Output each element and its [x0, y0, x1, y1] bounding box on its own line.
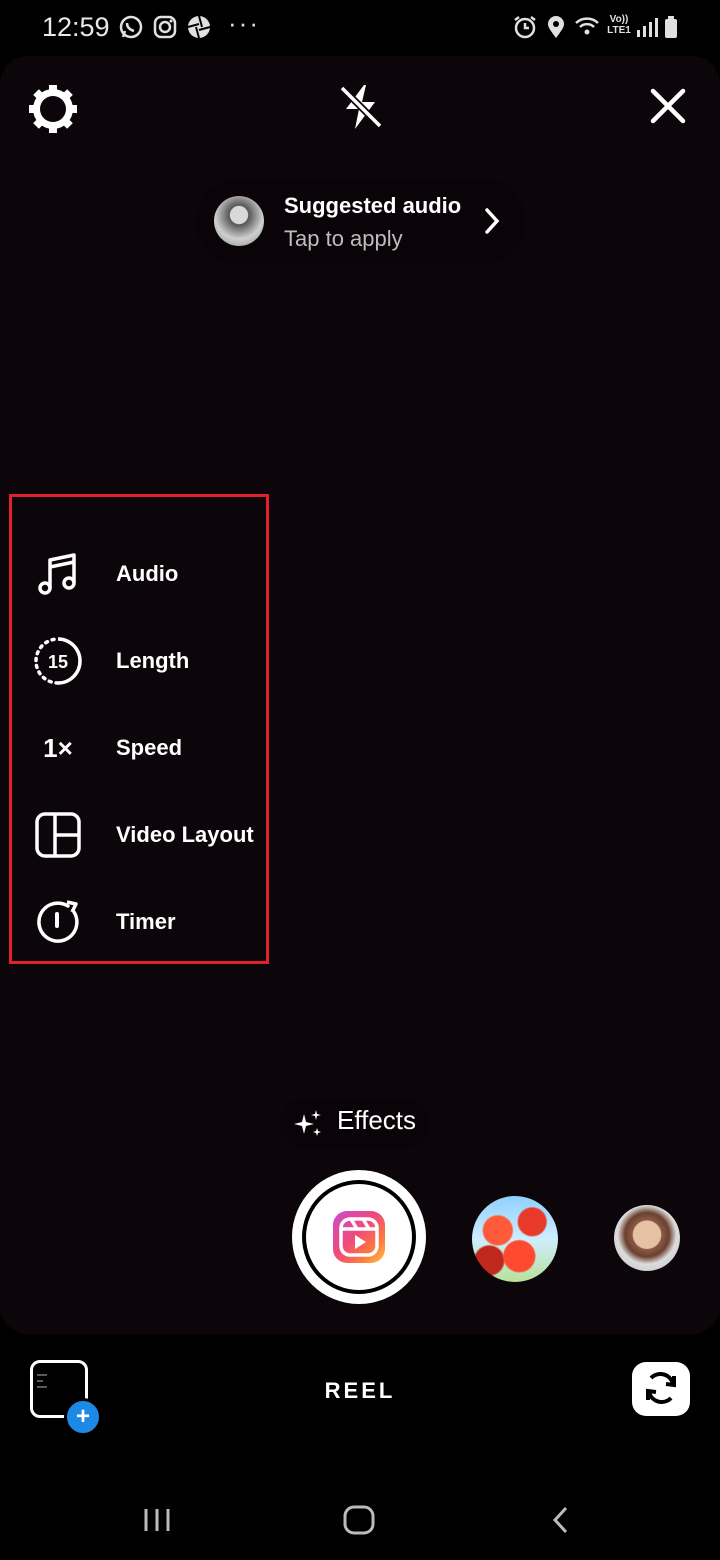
length-timer-icon: 15 — [30, 633, 86, 689]
reels-icon — [333, 1211, 385, 1263]
recent-apps-icon[interactable] — [142, 1505, 172, 1540]
tool-length-label: Length — [116, 648, 190, 673]
tool-video-layout[interactable]: Video Layout — [30, 805, 260, 865]
status-time: 12:59 — [42, 12, 110, 42]
suggested-audio-avatar — [214, 196, 264, 246]
tool-speed[interactable]: 1× Speed — [30, 718, 260, 778]
flip-camera-icon[interactable] — [632, 1362, 690, 1416]
mode-label-reel[interactable]: REEL — [0, 1378, 720, 1404]
whatsapp-icon — [118, 14, 144, 40]
effects-label: Effects — [337, 1105, 417, 1135]
tool-timer-label: Timer — [116, 909, 176, 934]
tool-timer[interactable]: Timer — [30, 892, 260, 952]
alarm-icon — [512, 14, 538, 40]
signal-icon — [634, 14, 660, 40]
sparkles-icon — [292, 1108, 324, 1145]
tool-length[interactable]: 15 Length — [30, 631, 260, 691]
instagram-icon — [152, 14, 178, 40]
battery-icon — [660, 14, 686, 40]
layout-icon — [30, 807, 86, 863]
location-icon — [543, 14, 569, 40]
tool-video-layout-label: Video Layout — [116, 822, 254, 847]
home-icon[interactable] — [342, 1504, 376, 1541]
close-icon[interactable] — [648, 86, 688, 126]
suggested-audio-title: Suggested audio — [284, 193, 462, 218]
status-more-icon: ··· — [228, 8, 260, 38]
effect-thumbnail-leaves[interactable] — [472, 1196, 558, 1282]
tool-audio[interactable]: Audio — [30, 544, 260, 604]
back-icon[interactable] — [548, 1504, 574, 1541]
effect-thumbnail-face[interactable] — [614, 1205, 680, 1271]
length-icon-text: 15 — [48, 652, 68, 672]
flash-off-icon[interactable] — [336, 82, 386, 132]
tool-speed-label: Speed — [116, 735, 183, 760]
wifi-icon — [574, 14, 600, 40]
tool-audio-label: Audio — [116, 561, 179, 586]
chevron-right-icon — [480, 204, 504, 243]
music-note-icon — [30, 546, 86, 602]
gear-icon[interactable] — [28, 84, 78, 134]
speed-icon-text: 1× — [43, 732, 73, 763]
timer-icon — [30, 894, 86, 950]
speed-icon: 1× — [30, 720, 86, 776]
suggested-audio-subtitle: Tap to apply — [284, 226, 403, 251]
aperture-icon — [186, 14, 212, 40]
network-label: Vo)) LTE1 — [607, 14, 631, 36]
